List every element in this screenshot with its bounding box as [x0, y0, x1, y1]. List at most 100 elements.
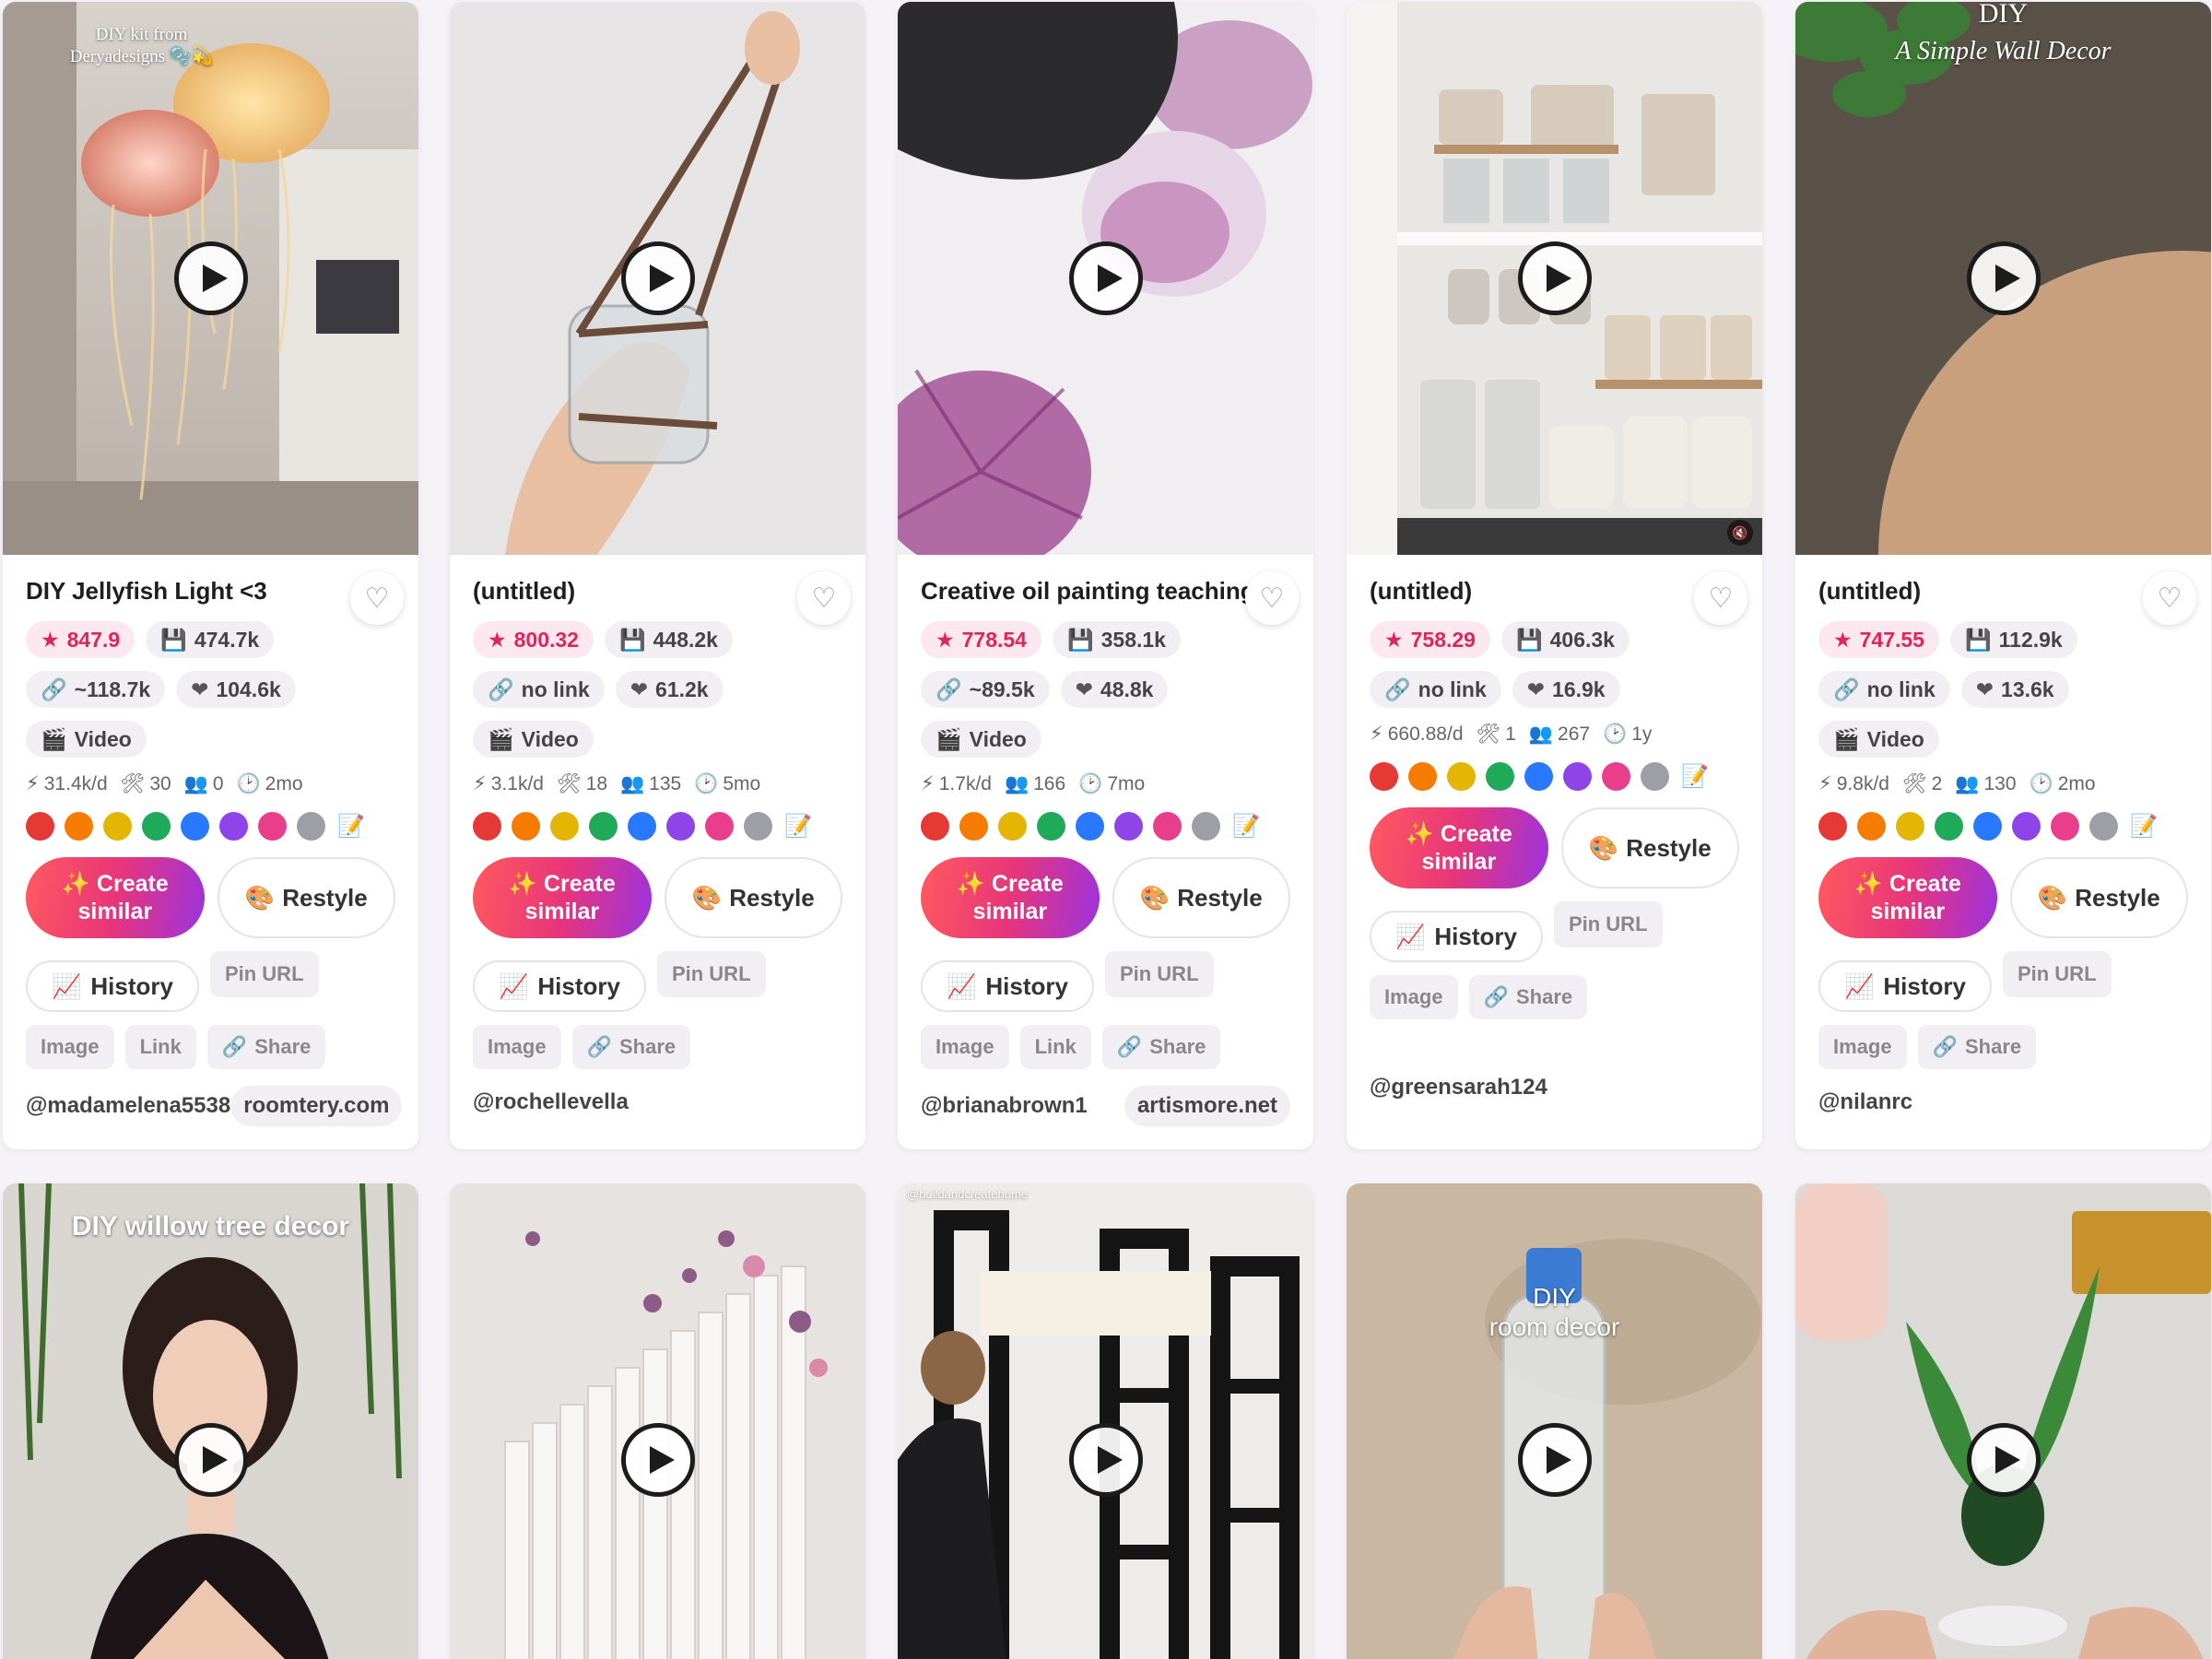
- swatch-purple[interactable]: [219, 812, 248, 841]
- notes-icon[interactable]: 📝: [337, 813, 365, 840]
- video-thumbnail[interactable]: DIY A Simple Wall Decor: [1795, 2, 2211, 555]
- play-button[interactable]: [1517, 241, 1592, 315]
- create-similar-button[interactable]: ✨ Create similar: [921, 857, 1100, 938]
- author-handle[interactable]: @nilanrc: [1818, 1089, 1912, 1115]
- play-button[interactable]: [1068, 241, 1143, 315]
- create-similar-button[interactable]: ✨ Create similar: [26, 857, 205, 938]
- video-thumbnail[interactable]: [450, 2, 865, 555]
- swatch-purple[interactable]: [1563, 762, 1592, 791]
- swatch-blue[interactable]: [181, 812, 209, 841]
- pin-card[interactable]: DIY willow tree decor: [3, 1183, 418, 1659]
- notes-icon[interactable]: 📝: [784, 813, 812, 840]
- swatch-gray[interactable]: [744, 812, 772, 841]
- swatch-purple[interactable]: [666, 812, 695, 841]
- notes-icon[interactable]: 📝: [1232, 813, 1260, 840]
- play-button[interactable]: [1966, 241, 2041, 315]
- swatch-yellow[interactable]: [550, 812, 579, 841]
- swatch-green[interactable]: [1486, 762, 1514, 791]
- pin-url-button[interactable]: Pin URL: [209, 951, 319, 997]
- swatch-green[interactable]: [1935, 812, 1963, 841]
- share-button[interactable]: 🔗 Share: [1468, 975, 1588, 1019]
- swatch-red[interactable]: [921, 812, 949, 841]
- heart-icon[interactable]: ♡: [2143, 571, 2196, 625]
- restyle-button[interactable]: 🎨 Restyle: [1560, 807, 1739, 888]
- share-button[interactable]: 🔗 Share: [1101, 1025, 1221, 1069]
- swatch-blue[interactable]: [1524, 762, 1553, 791]
- swatch-orange[interactable]: [65, 812, 93, 841]
- author-handle[interactable]: @brianabrown1: [921, 1093, 1088, 1119]
- swatch-yellow[interactable]: [1447, 762, 1476, 791]
- pin-url-button[interactable]: Pin URL: [1104, 951, 1214, 997]
- video-thumbnail[interactable]: [1795, 1183, 2211, 1659]
- swatch-gray[interactable]: [2089, 812, 2118, 841]
- restyle-button[interactable]: 🎨 Restyle: [664, 857, 842, 938]
- image-button[interactable]: Image: [26, 1025, 114, 1069]
- swatch-orange[interactable]: [959, 812, 988, 841]
- restyle-button[interactable]: 🎨 Restyle: [217, 857, 395, 938]
- video-thumbnail[interactable]: [898, 2, 1313, 555]
- pin-card[interactable]: (untitled) ♡ ★ 800.32 💾 448.2k 🔗 no link ❤ 6…: [450, 2, 865, 1149]
- swatch-pink[interactable]: [705, 812, 734, 841]
- pin-card[interactable]: DIY A Simple Wall Decor (untitled) ♡ ★ 74…: [1795, 2, 2211, 1149]
- create-similar-button[interactable]: ✨ Create similar: [1818, 857, 1997, 938]
- swatch-purple[interactable]: [2012, 812, 2041, 841]
- history-button[interactable]: 📈 History: [1370, 911, 1543, 962]
- video-thumbnail[interactable]: DIY kit from Deryadesigns 🫧💫: [3, 2, 418, 555]
- video-thumbnail[interactable]: DIY room decor: [1347, 1183, 1762, 1659]
- history-button[interactable]: 📈 History: [473, 960, 646, 1012]
- history-button[interactable]: 📈 History: [1818, 960, 1992, 1012]
- play-button[interactable]: [1517, 1423, 1592, 1497]
- play-button[interactable]: [1966, 1423, 2041, 1497]
- restyle-button[interactable]: 🎨 Restyle: [1112, 857, 1290, 938]
- swatch-pink[interactable]: [1153, 812, 1182, 841]
- heart-icon[interactable]: ♡: [797, 571, 851, 625]
- swatch-pink[interactable]: [1602, 762, 1630, 791]
- swatch-yellow[interactable]: [1896, 812, 1924, 841]
- heart-icon[interactable]: ♡: [1245, 571, 1299, 625]
- play-button[interactable]: [173, 241, 248, 315]
- pin-url-button[interactable]: Pin URL: [2002, 951, 2112, 997]
- author-handle[interactable]: @rochellevella: [473, 1089, 629, 1115]
- link-button[interactable]: Link: [124, 1025, 196, 1069]
- image-button[interactable]: Image: [921, 1025, 1009, 1069]
- pin-card[interactable]: 🔇 (untitled) ♡ ★ 758.29 💾 406.3k 🔗 no link …: [1347, 2, 1762, 1149]
- swatch-blue[interactable]: [1973, 812, 2002, 841]
- swatch-red[interactable]: [26, 812, 54, 841]
- video-thumbnail[interactable]: DIY willow tree decor: [3, 1183, 418, 1659]
- swatch-blue[interactable]: [1076, 812, 1104, 841]
- swatch-gray[interactable]: [1192, 812, 1220, 841]
- image-button[interactable]: Image: [1370, 975, 1458, 1019]
- pin-card[interactable]: DIY kit from Deryadesigns 🫧💫 DIY Jellyfi…: [3, 2, 418, 1149]
- create-similar-button[interactable]: ✨ Create similar: [1370, 807, 1548, 888]
- mute-icon[interactable]: 🔇: [1727, 520, 1753, 546]
- swatch-yellow[interactable]: [103, 812, 132, 841]
- play-button[interactable]: [1068, 1423, 1143, 1497]
- source-domain[interactable]: artismore.net: [1124, 1086, 1290, 1126]
- play-button[interactable]: [620, 1423, 695, 1497]
- swatch-gray[interactable]: [1641, 762, 1669, 791]
- swatch-pink[interactable]: [258, 812, 287, 841]
- swatch-purple[interactable]: [1114, 812, 1143, 841]
- swatch-orange[interactable]: [1408, 762, 1437, 791]
- history-button[interactable]: 📈 History: [921, 960, 1094, 1012]
- create-similar-button[interactable]: ✨ Create similar: [473, 857, 652, 938]
- pin-card[interactable]: [1795, 1183, 2211, 1659]
- swatch-green[interactable]: [1037, 812, 1065, 841]
- restyle-button[interactable]: 🎨 Restyle: [2009, 857, 2188, 938]
- share-button[interactable]: 🔗 Share: [571, 1025, 691, 1069]
- link-button[interactable]: Link: [1019, 1025, 1091, 1069]
- pin-url-button[interactable]: Pin URL: [1553, 901, 1663, 947]
- video-thumbnail[interactable]: @buildandcreatehome: [898, 1183, 1313, 1659]
- image-button[interactable]: Image: [1818, 1025, 1907, 1069]
- swatch-orange[interactable]: [512, 812, 540, 841]
- pin-url-button[interactable]: Pin URL: [656, 951, 766, 997]
- pin-card[interactable]: [450, 1183, 865, 1659]
- swatch-yellow[interactable]: [998, 812, 1027, 841]
- swatch-red[interactable]: [473, 812, 501, 841]
- swatch-orange[interactable]: [1857, 812, 1886, 841]
- history-button[interactable]: 📈 History: [26, 960, 199, 1012]
- image-button[interactable]: Image: [473, 1025, 561, 1069]
- swatch-red[interactable]: [1370, 762, 1398, 791]
- heart-icon[interactable]: ♡: [350, 571, 404, 625]
- pin-card[interactable]: DIY room decor: [1347, 1183, 1762, 1659]
